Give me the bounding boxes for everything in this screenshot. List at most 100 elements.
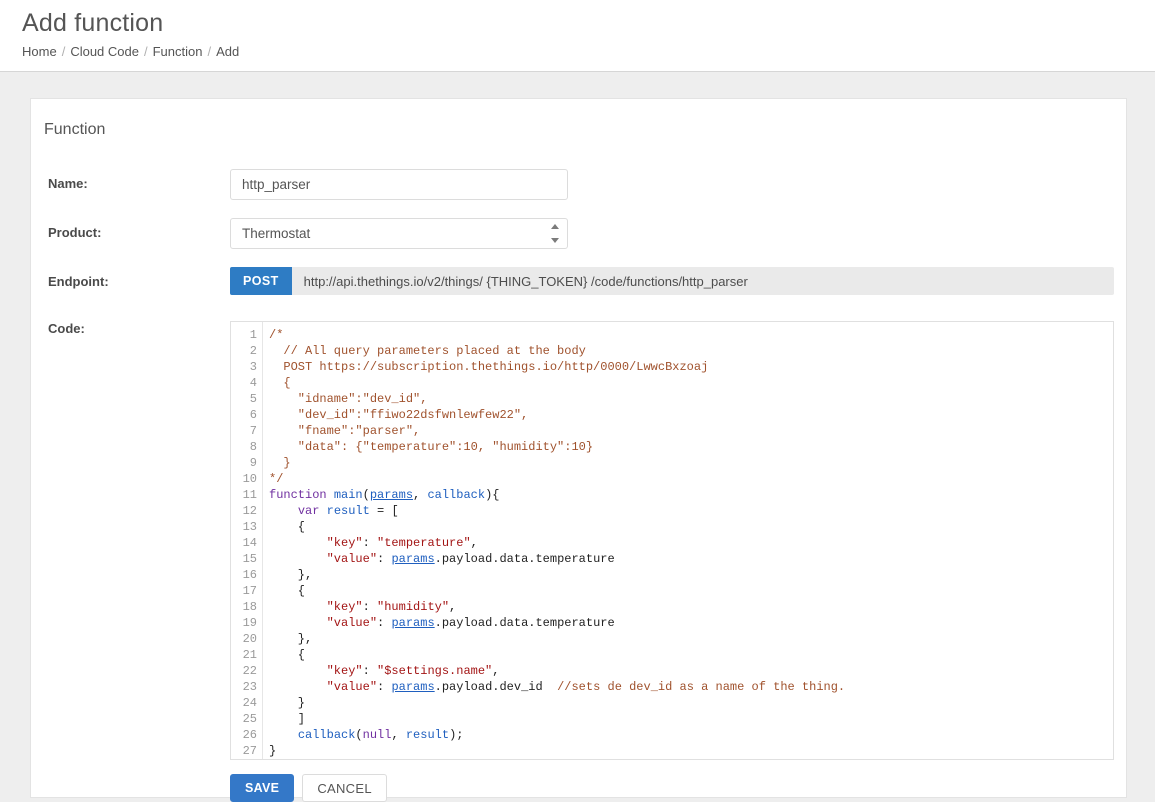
code-token-plain: (: [362, 488, 370, 502]
code-token-str: "key": [326, 664, 363, 678]
page-title: Add function: [22, 9, 164, 37]
form-actions: SAVE CANCEL: [31, 774, 1126, 802]
code-line: "key": "$settings.name",: [269, 663, 1113, 679]
code-token-plain: = [: [369, 504, 399, 518]
endpoint-control: POST http://api.thethings.io/v2/things/ …: [230, 267, 1126, 295]
code-token-plain: ){: [485, 488, 500, 502]
code-token-comment: "data": {"temperature":10, "humidity":10…: [269, 440, 594, 454]
line-number: 3: [249, 360, 257, 374]
code-token-comment: POST https://subscription.thethings.io/h…: [269, 360, 709, 374]
breadcrumb-item-home[interactable]: Home: [22, 44, 57, 59]
code-line: var result = [: [269, 503, 1113, 519]
breadcrumb-item-cloud-code[interactable]: Cloud Code: [70, 44, 139, 59]
code-token-plain: );: [449, 728, 464, 742]
line-number: 6: [249, 408, 257, 422]
code-token-comment: */: [269, 472, 284, 486]
line-number: 2: [249, 344, 257, 358]
line-number: 15: [242, 552, 257, 566]
line-number: 21: [242, 648, 257, 662]
code-line: ]: [269, 711, 1113, 727]
save-button[interactable]: SAVE: [230, 774, 295, 802]
code-token-fn: result: [326, 504, 370, 518]
line-number: 18: [242, 600, 257, 614]
code-editor[interactable]: 1 2 3 4 5 6 7 8 9 10 11 12 13 14 15 16 17 18 19 20 21 22 23 24 2…: [230, 321, 1114, 760]
code-token-fn: main: [333, 488, 363, 502]
form-row-code: Code: 1 2 3 4 5 6 7 8 9 10 11 12 13 14 15 16 17 18 19 20 21 2…: [31, 321, 1126, 760]
code-token-comment: {: [269, 376, 291, 390]
code-token-plain: ,: [413, 488, 428, 502]
code-token-kw: var: [297, 504, 320, 518]
code-token-comment: /*: [269, 328, 284, 342]
code-line: {: [269, 583, 1113, 599]
code-token-plain: {: [269, 584, 306, 598]
product-select-wrap: Thermostat: [230, 218, 568, 249]
code-line: {: [269, 647, 1113, 663]
product-control: Thermostat: [230, 218, 1126, 249]
code-token-comment: //sets de dev_id as a name of the thing.: [557, 680, 846, 694]
breadcrumb: Home / Cloud Code / Function / Add: [22, 44, 1155, 60]
code-line: "key": "humidity",: [269, 599, 1113, 615]
breadcrumb-item-function[interactable]: Function: [153, 44, 203, 59]
line-number: 26: [242, 728, 257, 742]
name-label: Name:: [48, 176, 88, 191]
code-token-plain: {: [269, 520, 306, 534]
name-input[interactable]: [230, 169, 568, 200]
code-token-fn: result: [405, 728, 450, 742]
code-token-plain: },: [269, 568, 313, 582]
code-token-fn: callback: [427, 488, 486, 502]
code-token-var: params: [369, 488, 414, 502]
code-token-comment: // All query parameters placed at the bo…: [269, 344, 586, 358]
code-token-comment: }: [269, 456, 291, 470]
form-row-product: Product: Thermostat: [31, 218, 1126, 249]
code-token-str: "$settings.name": [377, 664, 493, 678]
code-token-str: "key": [326, 536, 363, 550]
code-content[interactable]: /* // All query parameters placed at the…: [263, 322, 1113, 759]
code-token-str: "key": [326, 600, 363, 614]
code-token-plain: .payload.data.temperature: [434, 616, 615, 630]
code-token-plain: ,: [391, 728, 406, 742]
code-line-numbers: 1 2 3 4 5 6 7 8 9 10 11 12 13 14 15 16 17 18 19 20 21 22 23 24 2…: [231, 322, 263, 759]
line-number: 19: [242, 616, 257, 630]
code-token-plain: {: [269, 648, 306, 662]
line-number: 23: [242, 680, 257, 694]
card-title: Function: [44, 121, 106, 138]
code-token-var: params: [391, 552, 435, 566]
product-select[interactable]: Thermostat: [230, 218, 568, 249]
line-number: 1: [249, 328, 257, 342]
code-line: }: [269, 695, 1113, 711]
code-line: "value": params.payload.data.temperature: [269, 551, 1113, 567]
code-token-plain: },: [269, 632, 313, 646]
line-number: 7: [249, 424, 257, 438]
code-token-comment: "dev_id":"ffiwo22dsfwnlewfew22",: [269, 408, 529, 422]
function-card: Function Name: Product: Thermostat Endp: [30, 98, 1127, 802]
code-token-plain: ,: [470, 536, 478, 550]
code-line: "idname":"dev_id",: [269, 391, 1113, 407]
cancel-button[interactable]: CANCEL: [302, 774, 387, 802]
code-token-plain: (: [355, 728, 363, 742]
name-control: [230, 169, 1126, 200]
code-line: },: [269, 631, 1113, 647]
line-number: 27: [242, 744, 257, 758]
code-token-kw: null: [362, 728, 392, 742]
endpoint-url-text[interactable]: http://api.thethings.io/v2/things/ {THIN…: [291, 267, 1114, 295]
line-number: 9: [249, 456, 257, 470]
code-line: "dev_id":"ffiwo22dsfwnlewfew22",: [269, 407, 1113, 423]
page-body: Function Name: Product: Thermostat Endp: [0, 72, 1155, 802]
code-token-comment: "fname":"parser",: [269, 424, 421, 438]
code-line: // All query parameters placed at the bo…: [269, 343, 1113, 359]
code-token-var: params: [391, 680, 435, 694]
code-token-plain: ,: [492, 664, 500, 678]
form-row-name: Name:: [31, 169, 1126, 200]
code-line: "data": {"temperature":10, "humidity":10…: [269, 439, 1113, 455]
code-token-str: "temperature": [377, 536, 471, 550]
line-number: 24: [242, 696, 257, 710]
code-line: /*: [269, 327, 1113, 343]
code-line: "fname":"parser",: [269, 423, 1113, 439]
endpoint-group: POST http://api.thethings.io/v2/things/ …: [230, 267, 1114, 295]
line-number: 8: [249, 440, 257, 454]
